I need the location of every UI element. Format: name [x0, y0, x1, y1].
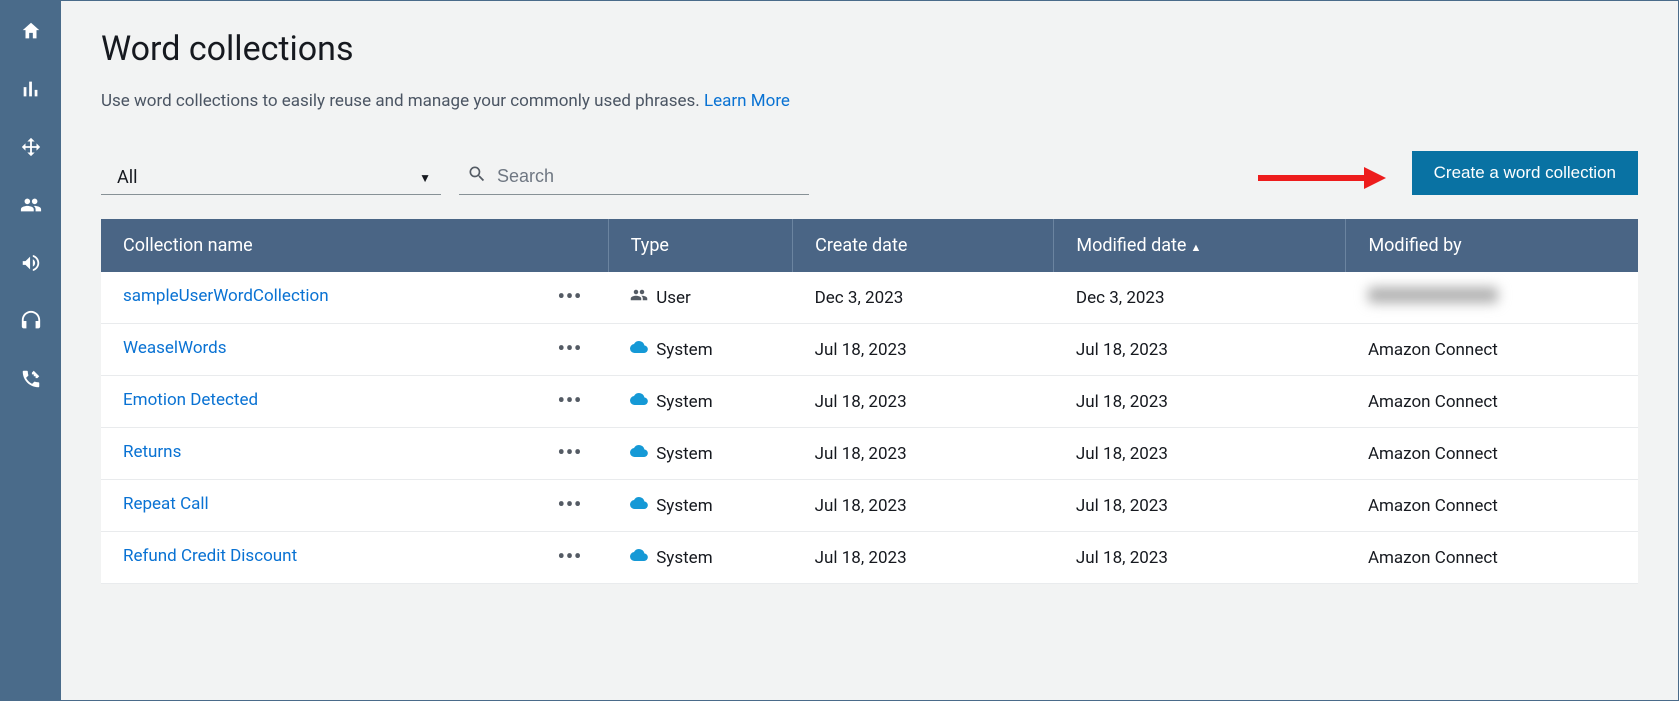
sort-asc-icon: ▲: [1190, 241, 1201, 254]
modified-by-cell: Amazon Connect: [1346, 428, 1638, 480]
table-row: Emotion Detected ••• System Jul 18, 2023Jul…: [101, 376, 1638, 428]
name-cell: Repeat Call •••: [101, 480, 608, 528]
filter-value: All: [117, 167, 138, 188]
create-date-cell: Jul 18, 2023: [793, 532, 1054, 584]
collection-link[interactable]: sampleUserWordCollection: [123, 286, 329, 306]
type-label: System: [656, 340, 712, 360]
type-cell: System: [608, 376, 792, 428]
phone-icon[interactable]: [19, 367, 43, 391]
create-date-cell: Jul 18, 2023: [793, 324, 1054, 376]
table-row: Repeat Call ••• System Jul 18, 2023Jul 18, …: [101, 480, 1638, 532]
name-cell: Emotion Detected •••: [101, 376, 608, 424]
name-cell: sampleUserWordCollection •••: [101, 272, 608, 320]
modified-by-cell: [1346, 272, 1638, 324]
modified-date-cell: Jul 18, 2023: [1054, 532, 1346, 584]
modified-by-cell: Amazon Connect: [1346, 532, 1638, 584]
analytics-icon[interactable]: [19, 77, 43, 101]
filter-dropdown[interactable]: All ▼: [101, 161, 441, 195]
modified-by-cell: Amazon Connect: [1346, 480, 1638, 532]
collections-table: Collection name Type Create date Modifie…: [101, 219, 1638, 584]
create-date-cell: Jul 18, 2023: [793, 428, 1054, 480]
learn-more-link[interactable]: Learn More: [704, 91, 790, 111]
main-content: Word collections Use word collections to…: [61, 1, 1678, 700]
type-cell: User: [608, 272, 792, 324]
type-label: User: [656, 288, 691, 308]
modified-date-cell: Jul 18, 2023: [1054, 480, 1346, 532]
col-modified-date[interactable]: Modified date▲: [1054, 219, 1346, 272]
type-cell: System: [608, 480, 792, 532]
routing-icon[interactable]: [19, 135, 43, 159]
modified-date-cell: Jul 18, 2023: [1054, 324, 1346, 376]
campaigns-icon[interactable]: [19, 251, 43, 275]
cloud-icon: [630, 338, 648, 361]
search-box[interactable]: [459, 158, 809, 195]
search-icon: [467, 164, 487, 188]
create-date-cell: Jul 18, 2023: [793, 480, 1054, 532]
type-label: System: [656, 444, 712, 464]
col-modified-by[interactable]: Modified by: [1346, 219, 1638, 272]
modified-by-cell: Amazon Connect: [1346, 376, 1638, 428]
create-date-cell: Dec 3, 2023: [793, 272, 1054, 324]
cloud-icon: [630, 390, 648, 413]
page-description: Use word collections to easily reuse and…: [101, 91, 1638, 111]
headset-icon[interactable]: [19, 309, 43, 333]
home-icon[interactable]: [19, 19, 43, 43]
row-actions-icon[interactable]: •••: [554, 343, 587, 353]
row-actions-icon[interactable]: •••: [554, 395, 587, 405]
arrow-annotation-icon: [1256, 163, 1386, 193]
type-label: System: [656, 392, 712, 412]
name-cell: Refund Credit Discount •••: [101, 532, 608, 580]
modified-date-cell: Jul 18, 2023: [1054, 428, 1346, 480]
users-icon[interactable]: [19, 193, 43, 217]
controls-row: All ▼ Create a word collection: [101, 151, 1638, 195]
row-actions-icon[interactable]: •••: [554, 447, 587, 457]
redacted-text: [1368, 287, 1498, 303]
chevron-down-icon: ▼: [419, 171, 431, 185]
sidebar-nav: [1, 1, 61, 700]
type-cell: System: [608, 428, 792, 480]
table-header-row: Collection name Type Create date Modifie…: [101, 219, 1638, 272]
page-title: Word collections: [101, 29, 1638, 69]
create-word-collection-button[interactable]: Create a word collection: [1412, 151, 1638, 195]
name-cell: Returns •••: [101, 428, 608, 476]
table-row: WeaselWords ••• System Jul 18, 2023Jul 18, …: [101, 324, 1638, 376]
create-date-cell: Jul 18, 2023: [793, 376, 1054, 428]
cloud-icon: [630, 442, 648, 465]
row-actions-icon[interactable]: •••: [554, 291, 587, 301]
search-input[interactable]: [497, 166, 801, 187]
name-cell: WeaselWords •••: [101, 324, 608, 372]
collection-link[interactable]: WeaselWords: [123, 338, 227, 358]
user-icon: [630, 286, 648, 309]
description-text: Use word collections to easily reuse and…: [101, 91, 700, 111]
type-cell: System: [608, 532, 792, 584]
collection-link[interactable]: Refund Credit Discount: [123, 546, 297, 566]
modified-by-cell: Amazon Connect: [1346, 324, 1638, 376]
col-create-date[interactable]: Create date: [793, 219, 1054, 272]
modified-date-cell: Jul 18, 2023: [1054, 376, 1346, 428]
modified-date-cell: Dec 3, 2023: [1054, 272, 1346, 324]
col-type[interactable]: Type: [608, 219, 792, 272]
type-label: System: [656, 496, 712, 516]
table-row: Returns ••• System Jul 18, 2023Jul 18, 2023…: [101, 428, 1638, 480]
row-actions-icon[interactable]: •••: [554, 499, 587, 509]
cloud-icon: [630, 546, 648, 569]
collection-link[interactable]: Returns: [123, 442, 181, 462]
type-cell: System: [608, 324, 792, 376]
collection-link[interactable]: Emotion Detected: [123, 390, 258, 410]
col-name[interactable]: Collection name: [101, 219, 608, 272]
row-actions-icon[interactable]: •••: [554, 551, 587, 561]
table-row: sampleUserWordCollection ••• User Dec 3, 20…: [101, 272, 1638, 324]
collection-link[interactable]: Repeat Call: [123, 494, 209, 514]
table-row: Refund Credit Discount ••• System Jul 18, 2…: [101, 532, 1638, 584]
cloud-icon: [630, 494, 648, 517]
type-label: System: [656, 548, 712, 568]
